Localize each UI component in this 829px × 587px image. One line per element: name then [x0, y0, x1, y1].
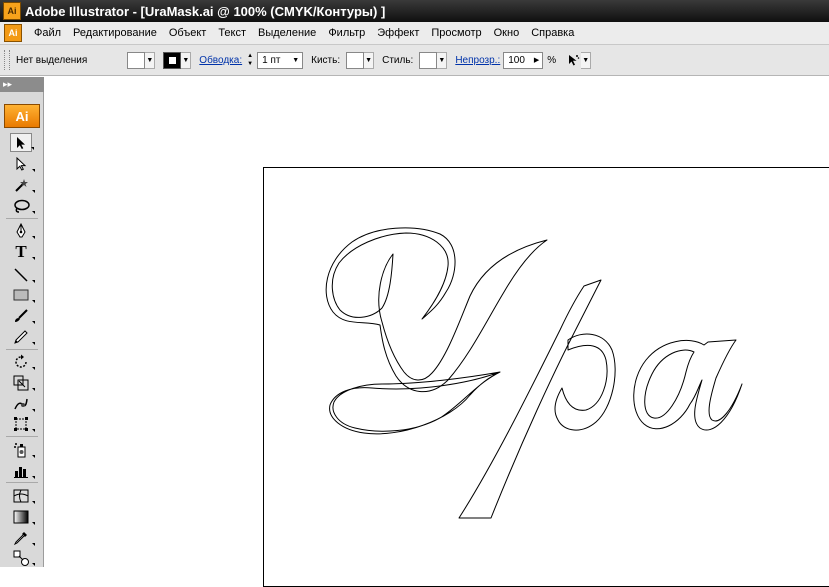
letter-u-outline: [325, 227, 548, 393]
letter-a-outline: [633, 339, 743, 431]
swash-outline: [329, 371, 501, 435]
letter-r-stem-outline: [458, 279, 602, 519]
artwork-outline[interactable]: [0, 0, 829, 567]
letter-r-bowl-outline: [554, 333, 616, 431]
